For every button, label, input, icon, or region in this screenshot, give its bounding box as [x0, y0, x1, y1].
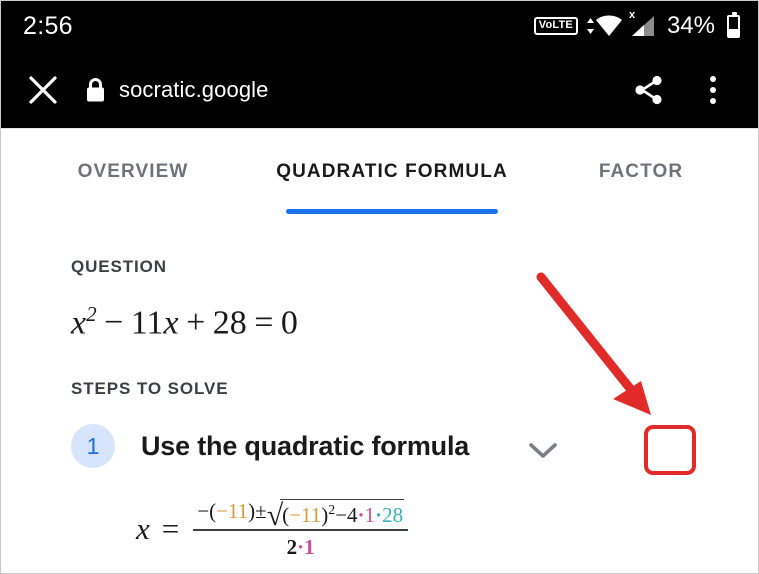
radicand: (−11)2−4·1·28 [280, 499, 405, 527]
question-var2: x [163, 304, 179, 342]
tab-quadratic-formula[interactable]: QUADRATIC FORMULA [262, 129, 522, 184]
battery-icon [727, 11, 740, 38]
formula-fraction: −(−11) ± √ (−11)2−4·1·28 2·1 [193, 499, 409, 560]
question-label: QUESTION [71, 257, 167, 276]
formula-numerator: −(−11) ± √ (−11)2−4·1·28 [193, 499, 408, 530]
step-title: Use the quadratic formula [141, 430, 470, 461]
formula-denominator: 2·1 [287, 531, 315, 560]
rad-c-value: 28 [382, 503, 404, 527]
active-tab-indicator [286, 209, 498, 214]
url-origin[interactable]: socratic.google [119, 77, 268, 103]
status-clock: 2:56 [23, 11, 73, 40]
question-equals: = [254, 304, 274, 342]
cellular-signal-icon: x [629, 10, 656, 37]
den-two: 2 [286, 534, 298, 559]
chevron-down-icon[interactable] [517, 426, 569, 476]
rad-b-value: −11 [289, 503, 322, 527]
volte-label: VoLTE [538, 19, 573, 31]
formula-lhs: x [136, 511, 150, 547]
rad-minus: − [335, 503, 348, 527]
num-plus-minus: ± [255, 499, 267, 523]
rad-dot-2: · [375, 503, 383, 527]
tab-overview[interactable]: OVERVIEW [43, 129, 223, 184]
question-op1: − [104, 304, 124, 342]
overflow-dots [710, 75, 716, 104]
share-icon[interactable] [632, 73, 666, 107]
question-op2: + [186, 304, 206, 342]
wifi-activity-icon [586, 18, 594, 34]
rad-a-value: 1 [364, 503, 376, 527]
num-close-paren: ) [248, 499, 256, 523]
toolbar-actions [632, 73, 730, 107]
question-term3: 28 [212, 304, 247, 342]
status-bar: 2:56 VoLTE x 34% [1, 1, 758, 51]
wifi-icon [586, 15, 623, 37]
quadratic-formula: x = −(−11) ± √ (−11)2−4·1·28 2·1 [136, 499, 409, 560]
tab-factor[interactable]: FACTOR [561, 129, 721, 184]
web-content: OVERVIEW QUADRATIC FORMULA FACTOR QUESTI… [1, 128, 758, 573]
lock-icon [85, 77, 106, 103]
overflow-menu-icon[interactable] [696, 73, 730, 107]
den-a-value: 1 [304, 534, 315, 559]
section-tabs: OVERVIEW QUADRATIC FORMULA FACTOR [1, 129, 758, 214]
wifi-signal-icon [595, 15, 622, 36]
question-rhs: 0 [280, 304, 298, 342]
num-open-paren: ( [209, 499, 217, 523]
steps-label: STEPS TO SOLVE [71, 379, 229, 398]
formula-equals: = [161, 511, 180, 547]
question-var: x [71, 304, 87, 342]
rad-four: 4 [347, 503, 358, 527]
step-header[interactable]: 1 Use the quadratic formula [71, 424, 469, 468]
battery-percent: 34% [666, 12, 715, 39]
question-exponent: 2 [86, 302, 97, 326]
volte-icon: VoLTE [533, 17, 578, 35]
status-icons: VoLTE x 34% [533, 10, 740, 39]
custom-tab-toolbar: socratic.google [1, 51, 758, 128]
phone-screen: 2:56 VoLTE x 34% socratic.google OVERVIE… [0, 0, 759, 574]
num-b-value: −11 [216, 499, 249, 523]
rad-dot-1: · [357, 503, 365, 527]
step-number-badge: 1 [71, 424, 115, 468]
question-equation: x2−11x +28 = 0 [71, 302, 298, 342]
cellular-no-data-badge: x [628, 9, 636, 21]
square-root-icon: √ (−11)2−4·1·28 [267, 499, 405, 530]
question-term2: 11 [130, 304, 164, 342]
close-icon[interactable] [23, 70, 63, 110]
battery-fill [729, 29, 738, 36]
num-neg: − [197, 499, 210, 523]
